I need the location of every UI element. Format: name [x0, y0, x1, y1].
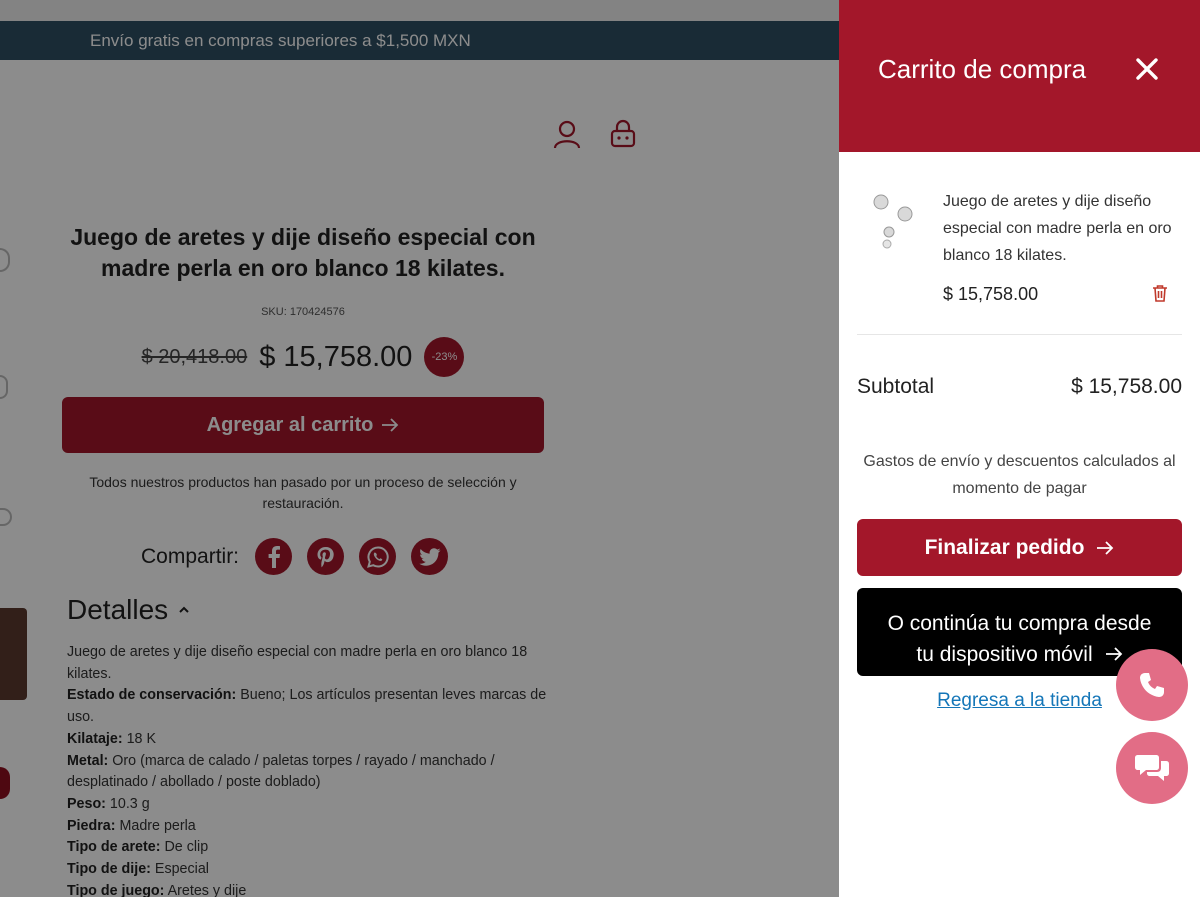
shipping-note: Gastos de envío y descuentos calculados … — [863, 453, 1176, 497]
trash-icon[interactable] — [1152, 284, 1172, 306]
arrow-right-icon — [1097, 540, 1114, 555]
subtotal-value: $ 15,758.00 — [1071, 375, 1182, 398]
mobile-label-line2: tu dispositivo móvil — [916, 642, 1093, 666]
cart-item-name[interactable]: Juego de aretes y dije diseño especial c… — [943, 188, 1188, 269]
mobile-label-line2-wrap: tu dispositivo móvil — [916, 639, 1122, 670]
checkout-label: Finalizar pedido — [924, 535, 1085, 559]
cart-item: Juego de aretes y dije diseño especial c… — [857, 180, 1182, 335]
modal-backdrop[interactable] — [0, 0, 839, 897]
cart-header: Carrito de compra — [839, 0, 1200, 152]
cart-item-price: $ 15,758.00 — [943, 284, 1039, 304]
close-icon[interactable] — [1133, 55, 1161, 83]
subtotal-label: Subtotal — [857, 375, 935, 398]
subtotal-row: Subtotal $ 15,758.00 — [857, 375, 1182, 399]
mobile-label-line1: O continúa tu compra desde — [887, 611, 1152, 635]
cart-title: Carrito de compra — [878, 54, 1087, 84]
phone-icon[interactable] — [1116, 649, 1188, 721]
chat-icon[interactable] — [1116, 732, 1188, 804]
checkout-button[interactable]: Finalizar pedido — [857, 519, 1182, 576]
cart-item-image — [867, 190, 922, 252]
arrow-right-icon — [1105, 647, 1122, 661]
